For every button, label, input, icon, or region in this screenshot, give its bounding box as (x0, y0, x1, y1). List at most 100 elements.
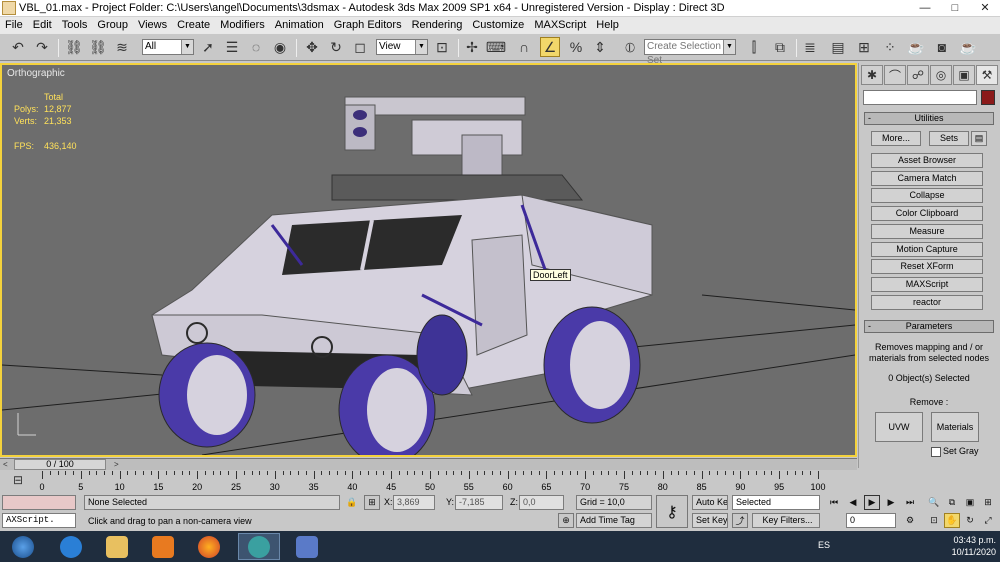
render-setup-icon[interactable]: ☕ (906, 37, 926, 57)
play-icon[interactable]: ▶ (864, 495, 880, 510)
current-frame-field[interactable]: 0 (846, 513, 896, 528)
measure-button[interactable]: Measure (871, 224, 983, 239)
pivot-icon[interactable]: ⊡ (432, 37, 452, 57)
zoom-extents-all-icon[interactable]: ⊞ (980, 495, 996, 510)
minimize-button[interactable]: — (910, 0, 940, 16)
menu-modifiers[interactable]: Modifiers (215, 17, 270, 33)
orbit-icon[interactable]: ↻ (962, 513, 978, 528)
named-selection-dropdown[interactable]: Create Selection Set ▼ (644, 39, 736, 66)
orthographic-viewport[interactable]: Orthographic Total Polys: 12,877 Verts: 21… (0, 63, 857, 457)
media-icon[interactable] (142, 533, 184, 560)
curve-editor-icon[interactable]: ▤ (828, 37, 848, 57)
set-gray-checkbox[interactable] (931, 447, 941, 457)
maximize-viewport-icon[interactable]: ⤢ (980, 513, 996, 528)
angle-snap-icon[interactable]: ∠ (540, 37, 560, 57)
go-to-end-icon[interactable]: ⏭ (902, 495, 918, 510)
maxscript-button[interactable]: MAXScript (871, 277, 983, 292)
menu-help[interactable]: Help (591, 17, 624, 33)
y-coordinate-field[interactable]: -7,185 (455, 495, 503, 510)
schematic-icon[interactable]: ⊞ (854, 37, 874, 57)
object-name-field[interactable] (863, 90, 977, 105)
next-frame-arrow[interactable]: > (114, 459, 119, 470)
ie-icon[interactable] (50, 533, 92, 560)
menu-animation[interactable]: Animation (270, 17, 329, 33)
more-button[interactable]: More... (871, 131, 921, 146)
time-tag-icon[interactable]: ⊕ (558, 513, 574, 528)
material-editor-icon[interactable]: ⁘ (880, 37, 900, 57)
time-slider-knob[interactable]: 0 / 100 (14, 459, 106, 470)
uvw-button[interactable]: UVW (875, 412, 923, 442)
menu-edit[interactable]: Edit (28, 17, 57, 33)
reference-coord-dropdown[interactable]: View ▼ (376, 39, 428, 55)
add-time-tag-button[interactable]: Add Time Tag (576, 513, 652, 528)
menu-customize[interactable]: Customize (467, 17, 529, 33)
scale-icon[interactable]: ◻ (350, 37, 370, 57)
time-config-icon[interactable]: ⚙ (902, 513, 918, 528)
3dsmax-icon[interactable] (238, 533, 280, 560)
rotate-icon[interactable]: ↻ (326, 37, 346, 57)
menu-maxscript[interactable]: MAXScript (529, 17, 591, 33)
unlink-icon[interactable]: ⛓ (88, 37, 108, 57)
maxscript-listener-pink[interactable] (2, 495, 76, 510)
select-object-icon[interactable]: ➚ (198, 37, 218, 57)
start-orb-icon[interactable] (2, 533, 44, 560)
hierarchy-tab-icon[interactable]: ☍ (907, 65, 929, 85)
quick-render-icon[interactable]: ☕ (958, 37, 978, 57)
select-manipulate-icon[interactable]: ✢ (462, 37, 482, 57)
align-icon[interactable]: ⧉ (770, 37, 790, 57)
motion-capture-button[interactable]: Motion Capture (871, 242, 983, 257)
motion-tab-icon[interactable]: ◎ (930, 65, 952, 85)
menu-create[interactable]: Create (172, 17, 215, 33)
track-bar[interactable]: ⊟ 0 5 10 15 20 25 30 35 40 45 50 55 60 65 70 75 80 85 90 95… (0, 471, 857, 493)
selection-filter-dropdown[interactable]: All ▼ (142, 39, 194, 55)
x-coordinate-field[interactable]: 3,869 (393, 495, 435, 510)
snap-icon[interactable]: ∩ (514, 37, 534, 57)
menu-tools[interactable]: Tools (57, 17, 93, 33)
asset-browser-button[interactable]: Asset Browser (871, 153, 983, 168)
utilities-tab-icon[interactable]: ⚒ (976, 65, 998, 85)
auto-key-button[interactable]: Auto Key (692, 495, 728, 510)
window-crossing-icon[interactable]: ◉ (270, 37, 290, 57)
percent-snap-icon[interactable]: % (566, 37, 586, 57)
spinner-snap-icon[interactable]: ⇕ (590, 37, 610, 57)
close-button[interactable]: ✕ (970, 0, 1000, 16)
set-key-button[interactable]: Set Key (692, 513, 728, 528)
render-frame-icon[interactable]: ◙ (932, 37, 952, 57)
paint-icon[interactable] (286, 533, 328, 560)
default-tangent-icon[interactable]: ⤴ (732, 513, 748, 528)
reactor-button[interactable]: reactor (871, 295, 983, 310)
zoom-extents-icon[interactable]: ▣ (962, 495, 978, 510)
rect-region-icon[interactable]: ◌ (246, 37, 266, 57)
create-tab-icon[interactable]: ✱ (861, 65, 883, 85)
color-clipboard-button[interactable]: Color Clipboard (871, 206, 983, 221)
pan-view-icon[interactable]: ✋ (944, 513, 960, 528)
language-indicator[interactable]: ES (818, 540, 830, 550)
redo-icon[interactable]: ↷ (32, 37, 52, 57)
mirror-icon[interactable]: ⫿ (744, 37, 764, 57)
display-tab-icon[interactable]: ▣ (953, 65, 975, 85)
object-color-swatch[interactable] (981, 90, 995, 105)
select-link-icon[interactable]: ⛓ (64, 37, 84, 57)
mini-curve-editor-icon[interactable]: ⊟ (8, 473, 28, 487)
collapse-button[interactable]: Collapse (871, 188, 983, 203)
utilities-rollout[interactable]: - Utilities (864, 112, 994, 125)
menu-graph-editors[interactable]: Graph Editors (329, 17, 407, 33)
maximize-button[interactable]: □ (940, 0, 970, 16)
undo-icon[interactable]: ↶ (8, 37, 28, 57)
z-coordinate-field[interactable]: 0,0 (519, 495, 564, 510)
go-to-start-icon[interactable]: ⏮ (826, 495, 842, 510)
select-by-name-icon[interactable]: ☰ (222, 37, 242, 57)
layer-icon[interactable]: ≣ (800, 37, 820, 57)
camera-match-button[interactable]: Camera Match (871, 171, 983, 186)
lock-selection-icon[interactable]: 🔒 (344, 495, 360, 510)
key-filters-button[interactable]: Key Filters... (752, 513, 820, 528)
menu-group[interactable]: Group (92, 17, 133, 33)
menu-file[interactable]: File (0, 17, 28, 33)
move-icon[interactable]: ✥ (302, 37, 322, 57)
menu-rendering[interactable]: Rendering (407, 17, 468, 33)
time-slider[interactable]: < 0 / 100 > (0, 458, 857, 470)
materials-button[interactable]: Materials (931, 412, 979, 442)
parameters-rollout[interactable]: - Parameters (864, 320, 994, 333)
prev-frame-icon[interactable]: ◀ (845, 495, 861, 510)
sets-button[interactable]: Sets (929, 131, 969, 146)
